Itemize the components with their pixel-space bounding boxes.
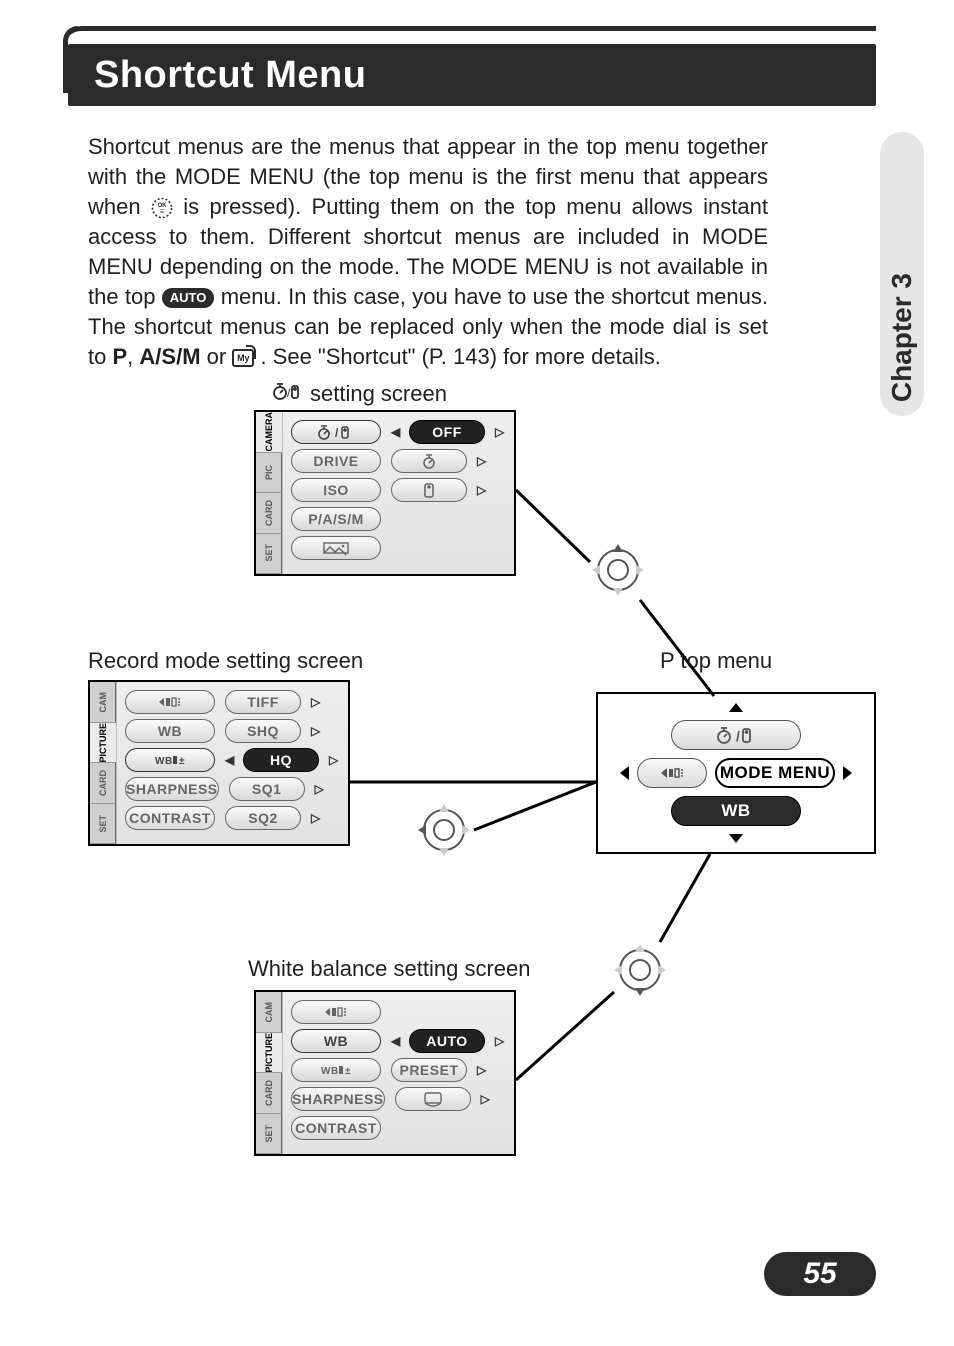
page-number: 55 — [764, 1252, 876, 1296]
diagram-connectors — [0, 0, 954, 1346]
